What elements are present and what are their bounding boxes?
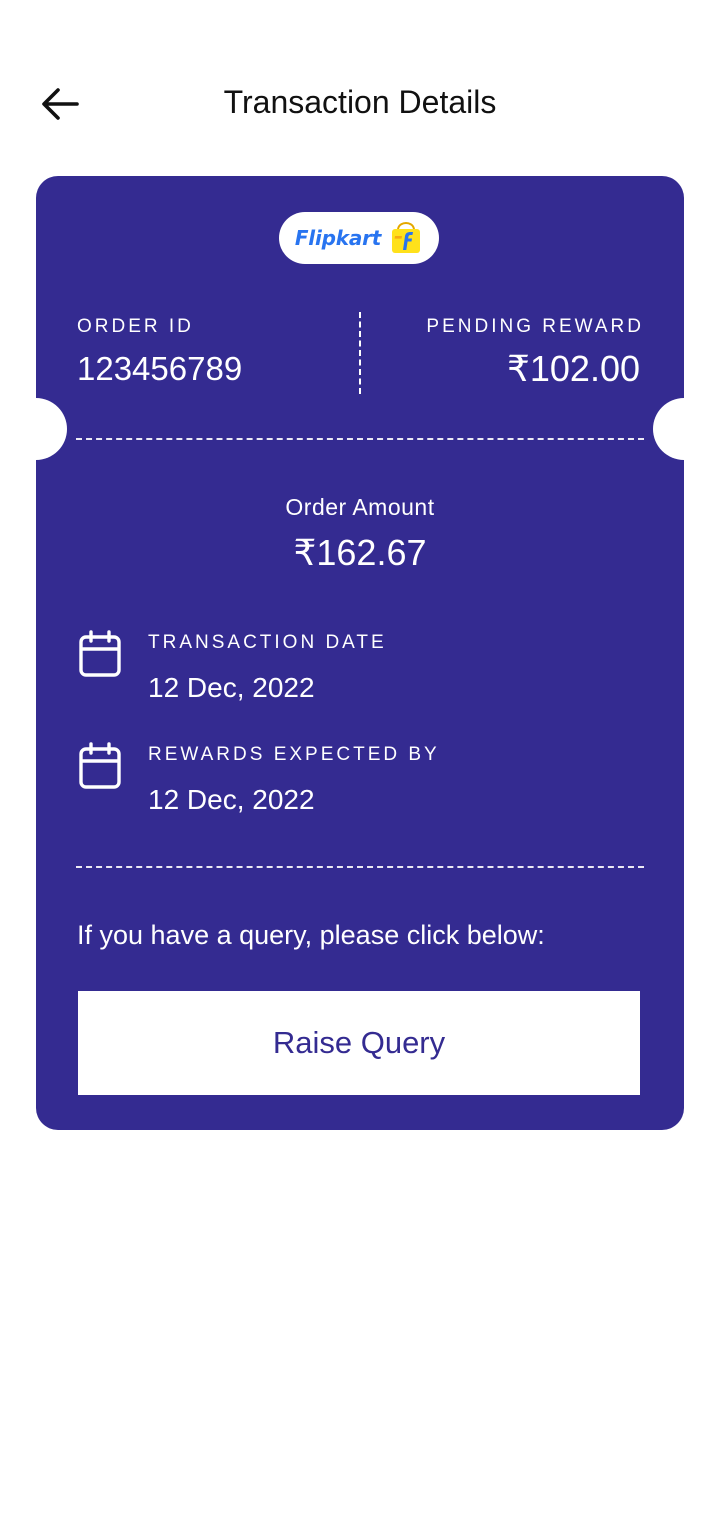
order-amount-value: ₹162.67 <box>293 532 427 573</box>
merchant-name: Flipkart <box>294 226 382 250</box>
flipkart-bag-icon <box>392 221 421 253</box>
ticket-notch-right <box>653 398 684 460</box>
order-amount-label: Order Amount <box>285 494 435 520</box>
dashed-divider-bottom <box>76 866 644 868</box>
vertical-dashed-divider <box>359 312 361 394</box>
ticket-notch-left <box>36 398 67 460</box>
transaction-date-label: TRANSACTION DATE <box>148 632 387 653</box>
raise-query-button[interactable]: Raise Query <box>78 991 640 1095</box>
pending-reward-label: PENDING REWARD <box>426 316 644 337</box>
pending-reward-value: ₹102.00 <box>506 348 640 389</box>
rewards-expected-text: REWARDS EXPECTED BY 12 Dec, 2022 <box>148 742 440 816</box>
merchant-logo: Flipkart <box>279 212 439 264</box>
order-id-label: ORDER ID <box>77 316 194 337</box>
calendar-icon <box>79 742 121 789</box>
rewards-expected-label: REWARDS EXPECTED BY <box>148 744 440 765</box>
transaction-card: Flipkart ORDER ID 123456789 PENDING REWA… <box>36 176 684 1130</box>
dashed-divider-top <box>76 438 644 440</box>
order-id-value: 123456789 <box>77 350 243 387</box>
transaction-date-text: TRANSACTION DATE 12 Dec, 2022 <box>148 630 387 704</box>
query-prompt: If you have a query, please click below: <box>77 920 545 950</box>
rewards-expected-row: REWARDS EXPECTED BY 12 Dec, 2022 <box>78 742 440 816</box>
transaction-date-row: TRANSACTION DATE 12 Dec, 2022 <box>78 630 387 704</box>
transaction-date-value: 12 Dec, 2022 <box>148 672 315 703</box>
rewards-expected-value: 12 Dec, 2022 <box>148 784 315 815</box>
page-title: Transaction Details <box>223 84 497 120</box>
calendar-icon <box>79 630 121 677</box>
